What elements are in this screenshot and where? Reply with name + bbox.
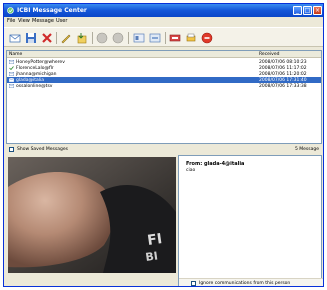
row-name: HoneyPotter@wherev	[16, 59, 65, 65]
envelope-icon	[9, 84, 14, 88]
stop-icon[interactable]	[112, 32, 124, 44]
message-pane: From: glada-4@italia ciao Ignore communi…	[178, 155, 323, 286]
minimize-button[interactable]: _	[293, 6, 302, 15]
toolbar	[4, 27, 323, 47]
print-icon[interactable]	[185, 32, 197, 44]
show-saved-label: Show Saved Messages	[17, 147, 68, 152]
refresh-icon[interactable]	[149, 32, 161, 44]
delete-icon[interactable]	[41, 32, 53, 44]
menu-user[interactable]: User	[56, 18, 67, 24]
row-received: 2008/07/06 08:10:23	[259, 59, 307, 65]
app-icon	[7, 7, 14, 14]
menu-message[interactable]: Message	[32, 18, 54, 24]
save-icon[interactable]	[25, 32, 37, 44]
row-received: 2008/07/06 11:20:02	[259, 71, 307, 77]
show-saved-checkbox[interactable]	[9, 147, 14, 152]
table-row[interactable]: ossalonline@tsv 2008/07/06 17:33:38	[7, 83, 321, 89]
message-body: ciao	[186, 168, 196, 173]
menu-bar: File View Message User	[4, 17, 323, 26]
contacts-icon[interactable]	[133, 32, 145, 44]
toolbar-separator	[128, 32, 129, 44]
edit-icon[interactable]	[60, 32, 72, 44]
message-center-window: ICBI Message Center _ □ × File View Mess…	[3, 3, 324, 287]
check-icon	[9, 66, 14, 70]
status-bar: Show Saved Messages 5 Message	[6, 145, 322, 154]
list-header: Name Received	[7, 51, 321, 58]
toolbar-separator	[92, 32, 93, 44]
svg-text:FI: FI	[146, 231, 163, 249]
preview-area: FI BI From: glada-4@italia ciao Ignore c…	[6, 155, 323, 286]
envelope-icon	[9, 78, 14, 82]
envelope-icon	[9, 72, 14, 76]
webcam-image: FI BI	[8, 157, 176, 273]
toolbar-separator	[56, 32, 57, 44]
message-list: Name Received HoneyPotter@wherev 2008/07…	[6, 50, 322, 144]
play-icon[interactable]	[96, 32, 108, 44]
ignore-checkbox[interactable]	[191, 280, 196, 286]
menu-view[interactable]: View	[18, 18, 30, 24]
row-received: 2008/07/06 17:33:38	[259, 83, 307, 89]
row-name: jhanna@michigan	[16, 71, 57, 77]
window-title: ICBI Message Center	[17, 7, 87, 14]
envelope-icon	[9, 60, 14, 64]
close-button[interactable]: ×	[313, 6, 322, 15]
new-message-icon[interactable]	[9, 32, 21, 44]
message-count: 5 Message	[294, 147, 319, 152]
column-header-name[interactable]: Name	[9, 52, 22, 57]
title-bar[interactable]: ICBI Message Center _ □ ×	[4, 4, 323, 17]
row-received: 2008/07/06 11:17:02	[259, 65, 307, 71]
attach-icon[interactable]	[76, 32, 88, 44]
row-name: ossalonline@tsv	[16, 83, 53, 89]
row-name: glada@italia	[16, 77, 45, 83]
block-icon[interactable]	[201, 32, 213, 44]
svg-text:BI: BI	[145, 249, 159, 264]
ignore-label: Ignore communications from this person	[199, 281, 291, 286]
toolbar-separator	[165, 32, 166, 44]
ignore-row: Ignore communications from this person	[179, 278, 323, 286]
row-received: 2008/07/06 17:31:40	[259, 77, 307, 83]
message-from: From: glada-4@italia	[186, 161, 245, 167]
row-name: FlorenceLalo@flr	[16, 65, 54, 71]
column-header-received[interactable]: Received	[259, 52, 279, 57]
menu-file[interactable]: File	[7, 18, 15, 24]
maximize-button[interactable]: □	[303, 6, 312, 15]
mailbox-icon[interactable]	[169, 32, 181, 44]
